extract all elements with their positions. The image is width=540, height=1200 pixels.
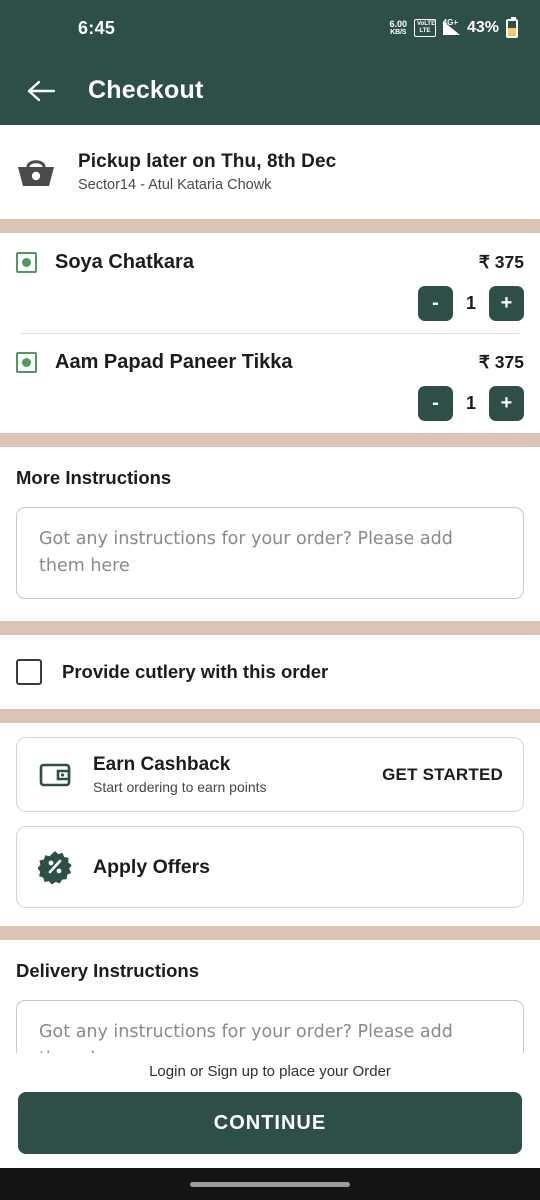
data-rate-unit: KB/S	[390, 29, 407, 36]
checkout-screen: 6:45 6.00 KB/S VoLTE LTE 4G+ 43% Checkou…	[0, 0, 540, 1200]
section-divider-band	[0, 219, 540, 233]
cart-item-name: Soya Chatkara	[55, 251, 194, 273]
increment-button[interactable]: +	[489, 286, 524, 321]
cart-item-price: ₹ 375	[478, 352, 524, 372]
cart-items-list: Soya Chatkara ₹ 375 - 1 + Aam Papad Pane…	[0, 233, 540, 433]
quantity-stepper: - 1 +	[16, 386, 524, 421]
cart-item-price: ₹ 375	[478, 252, 524, 272]
decrement-button[interactable]: -	[418, 386, 453, 421]
section-divider-band	[0, 621, 540, 636]
system-navigation-bar	[0, 1168, 540, 1200]
section-divider-band	[0, 433, 540, 447]
earn-cashback-card[interactable]: Earn Cashback Start ordering to earn poi…	[16, 737, 524, 813]
app-header: 6:45 6.00 KB/S VoLTE LTE 4G+ 43% Checkou…	[0, 0, 540, 125]
continue-button[interactable]: CONTINUE	[18, 1092, 522, 1154]
arrow-left-icon	[27, 80, 56, 101]
status-icons: 6.00 KB/S VoLTE LTE 4G+ 43%	[389, 16, 518, 38]
quantity-value: 1	[465, 293, 476, 313]
more-instructions-input[interactable]: Got any instructions for your order? Ple…	[16, 507, 524, 600]
signal-icon: 4G+	[442, 18, 460, 35]
cashback-title: Earn Cashback	[93, 754, 231, 776]
cart-item-row: Soya Chatkara ₹ 375 - 1 +	[16, 233, 524, 333]
status-bar: 6:45 6.00 KB/S VoLTE LTE 4G+ 43%	[0, 0, 540, 56]
pickup-section[interactable]: Pickup later on Thu, 8th Dec Sector14 - …	[0, 125, 540, 219]
data-rate-indicator: 6.00 KB/S	[389, 19, 407, 37]
cart-item-name: Aam Papad Paneer Tikka	[55, 351, 293, 373]
cutlery-option[interactable]: Provide cutlery with this order	[0, 635, 540, 710]
login-note: Login or Sign up to place your Order	[149, 1063, 391, 1080]
more-instructions-section: More Instructions Got any instructions f…	[0, 447, 540, 622]
volte-icon: VoLTE LTE	[413, 19, 436, 37]
cutlery-label: Provide cutlery with this order	[62, 661, 329, 683]
apply-offers-title: Apply Offers	[93, 855, 211, 878]
app-bar: Checkout	[0, 56, 540, 125]
cashback-subtitle: Start ordering to earn points	[93, 779, 267, 796]
more-instructions-placeholder: Got any instructions for your order? Ple…	[39, 529, 453, 577]
pickup-subtitle: Sector14 - Atul Kataria Chowk	[78, 177, 272, 193]
network-type-label: 4G+	[442, 18, 458, 27]
promo-cards: Earn Cashback Start ordering to earn poi…	[0, 723, 540, 927]
delivery-instructions-title: Delivery Instructions	[16, 960, 200, 982]
pickup-title: Pickup later on Thu, 8th Dec	[78, 151, 337, 172]
increment-button[interactable]: +	[489, 386, 524, 421]
quantity-stepper: - 1 +	[16, 286, 524, 321]
quantity-value: 1	[465, 393, 476, 413]
status-time: 6:45	[78, 17, 116, 38]
more-instructions-title: More Instructions	[16, 467, 172, 488]
section-divider-band	[0, 709, 540, 724]
back-button[interactable]	[20, 69, 64, 113]
home-indicator[interactable]	[190, 1181, 350, 1187]
item-divider	[20, 333, 520, 334]
checkout-footer: Login or Sign up to place your Order CON…	[0, 1053, 540, 1168]
battery-fill	[508, 27, 516, 36]
basket-icon	[18, 160, 54, 186]
apply-offers-card[interactable]: Apply Offers	[16, 826, 524, 909]
section-divider-band	[0, 926, 540, 941]
battery-percent: 43%	[466, 19, 499, 36]
data-rate-value: 6.00	[389, 19, 407, 29]
veg-icon	[16, 252, 37, 273]
get-started-button[interactable]: GET STARTED	[382, 765, 503, 785]
volte-top-label: VoLTE	[416, 21, 436, 27]
veg-icon	[16, 352, 37, 373]
decrement-button[interactable]: -	[418, 286, 453, 321]
cart-item-row: Aam Papad Paneer Tikka ₹ 375 - 1 +	[16, 333, 524, 433]
cutlery-checkbox[interactable]	[16, 659, 42, 686]
percent-badge-icon	[37, 849, 73, 885]
wallet-icon	[37, 757, 73, 793]
volte-bottom-label: LTE	[419, 28, 431, 34]
page-title: Checkout	[88, 76, 204, 104]
battery-icon	[506, 16, 518, 38]
